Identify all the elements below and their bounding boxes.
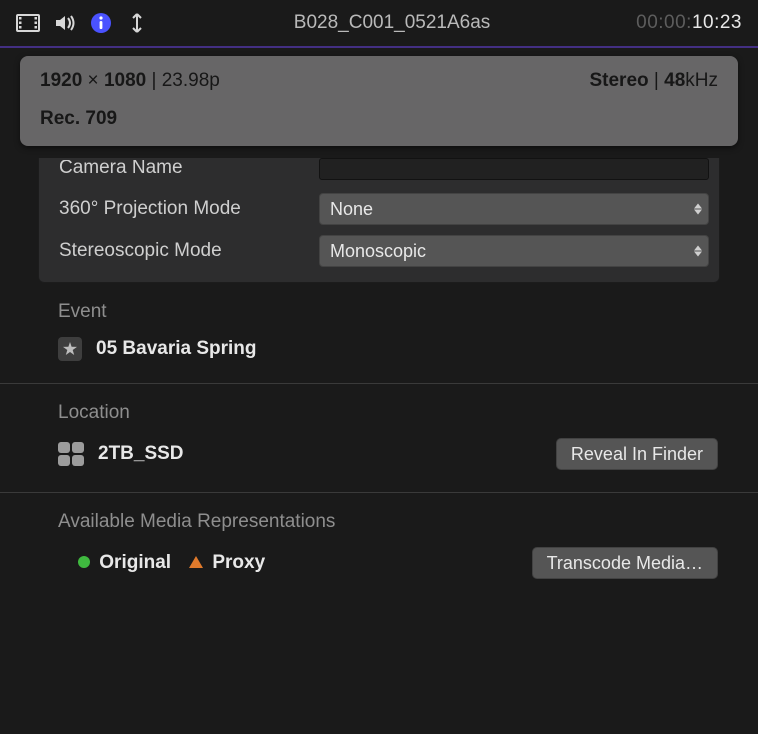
event-item: 05 Bavaria Spring <box>58 337 257 361</box>
video-format: 1920 × 1080 | 23.98p <box>40 70 220 92</box>
reveal-in-finder-button[interactable]: Reveal In Finder <box>556 438 718 470</box>
event-star-icon <box>58 337 82 361</box>
camera-name-input[interactable] <box>319 158 709 180</box>
timecode-frames: 10:23 <box>692 12 742 33</box>
projection-mode-value: None <box>330 199 373 220</box>
original-media-indicator: Original <box>78 552 171 574</box>
event-name: 05 Bavaria Spring <box>96 338 257 360</box>
media-representations-section: Available Media Representations Original… <box>0 492 758 601</box>
camera-name-row: Camera Name <box>59 160 709 188</box>
video-tab-icon[interactable] <box>16 13 40 33</box>
status-triangle-orange-icon <box>189 556 203 568</box>
location-item: 2TB_SSD <box>58 442 184 466</box>
timecode-hours: 00:00: <box>636 12 692 33</box>
location-header: Location <box>58 402 718 424</box>
stepper-arrows-icon <box>694 246 702 257</box>
audio-format: Stereo | 48kHz <box>589 70 718 92</box>
drive-icon <box>58 442 84 466</box>
timecode: 00:00:10:23 <box>636 12 742 34</box>
clip-name: B028_C001_0521A6as <box>148 12 636 34</box>
projection-mode-select[interactable]: None <box>319 193 709 225</box>
event-header: Event <box>58 301 718 323</box>
toolbar-tabs <box>16 12 148 34</box>
transcode-media-button[interactable]: Transcode Media… <box>532 547 718 579</box>
stereoscopic-mode-row: Stereoscopic Mode Monoscopic <box>59 230 709 272</box>
status-dot-green-icon <box>78 556 90 568</box>
share-tab-icon[interactable] <box>126 12 148 34</box>
location-section: Location 2TB_SSD Reveal In Finder <box>0 383 758 492</box>
info-tab-icon[interactable] <box>90 12 112 34</box>
media-reps-list: Original Proxy <box>78 552 265 574</box>
colorspace: Rec. 709 <box>40 108 718 130</box>
stereoscopic-mode-select[interactable]: Monoscopic <box>319 235 709 267</box>
extended-info-panel: Camera Name 360° Projection Mode None St… <box>38 158 720 283</box>
stereoscopic-mode-label: Stereoscopic Mode <box>59 240 319 262</box>
projection-mode-row: 360° Projection Mode None <box>59 188 709 230</box>
proxy-media-indicator: Proxy <box>189 552 265 574</box>
clip-info-banner: 1920 × 1080 | 23.98p Stereo | 48kHz Rec.… <box>20 56 738 146</box>
inspector-toolbar: B028_C001_0521A6as 00:00:10:23 <box>0 0 758 48</box>
audio-tab-icon[interactable] <box>54 13 76 33</box>
camera-name-label: Camera Name <box>59 160 319 179</box>
proxy-label: Proxy <box>212 552 265 573</box>
media-representations-header: Available Media Representations <box>58 511 718 533</box>
event-section: Event 05 Bavaria Spring <box>0 283 758 383</box>
stereoscopic-mode-value: Monoscopic <box>330 241 426 262</box>
projection-mode-label: 360° Projection Mode <box>59 198 319 220</box>
original-label: Original <box>99 552 171 573</box>
location-name: 2TB_SSD <box>98 443 184 465</box>
info-row-format: 1920 × 1080 | 23.98p Stereo | 48kHz <box>40 70 718 92</box>
stepper-arrows-icon <box>694 204 702 215</box>
